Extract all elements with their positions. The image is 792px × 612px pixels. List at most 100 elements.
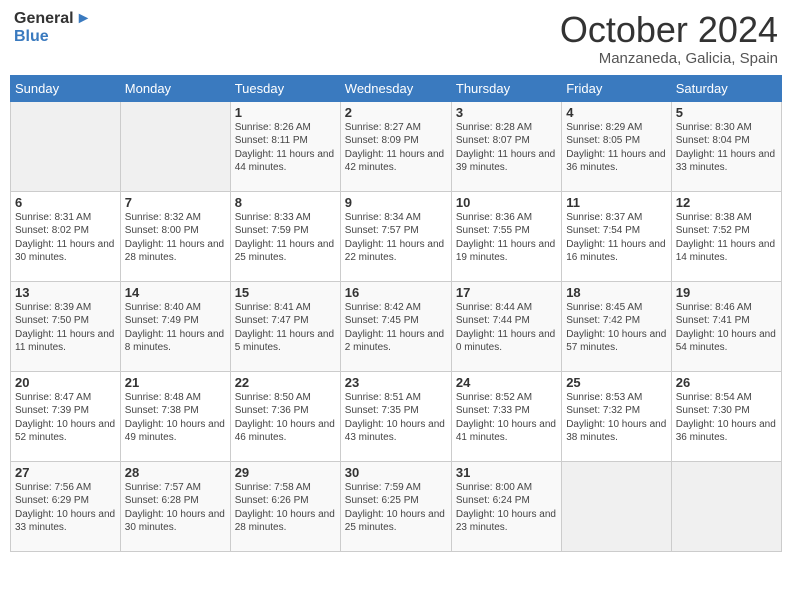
calendar-cell: 14Sunrise: 8:40 AMSunset: 7:49 PMDayligh…	[120, 281, 230, 371]
calendar-cell: 7Sunrise: 8:32 AMSunset: 8:00 PMDaylight…	[120, 191, 230, 281]
day-number: 19	[676, 285, 777, 300]
calendar-cell: 19Sunrise: 8:46 AMSunset: 7:41 PMDayligh…	[671, 281, 781, 371]
day-info: Sunrise: 8:46 AMSunset: 7:41 PMDaylight:…	[676, 301, 777, 355]
calendar-cell: 2Sunrise: 8:27 AMSunset: 8:09 PMDaylight…	[340, 101, 451, 191]
day-number: 7	[125, 195, 226, 210]
day-info: Sunrise: 8:52 AMSunset: 7:33 PMDaylight:…	[456, 391, 557, 445]
location-subtitle: Manzaneda, Galicia, Spain	[560, 50, 778, 67]
day-number: 26	[676, 375, 777, 390]
day-number: 3	[456, 105, 557, 120]
day-info: Sunrise: 8:31 AMSunset: 8:02 PMDaylight:…	[15, 211, 116, 265]
header-row: SundayMondayTuesdayWednesdayThursdayFrid…	[11, 75, 782, 101]
day-number: 15	[235, 285, 336, 300]
day-number: 31	[456, 465, 557, 480]
day-info: Sunrise: 7:59 AMSunset: 6:25 PMDaylight:…	[345, 481, 447, 535]
logo: General► Blue	[14, 10, 91, 47]
weekday-header-friday: Friday	[562, 75, 672, 101]
weekday-header-saturday: Saturday	[671, 75, 781, 101]
day-info: Sunrise: 8:45 AMSunset: 7:42 PMDaylight:…	[566, 301, 667, 355]
day-number: 6	[15, 195, 116, 210]
calendar-cell: 28Sunrise: 7:57 AMSunset: 6:28 PMDayligh…	[120, 461, 230, 551]
calendar-cell: 15Sunrise: 8:41 AMSunset: 7:47 PMDayligh…	[230, 281, 340, 371]
day-info: Sunrise: 8:41 AMSunset: 7:47 PMDaylight:…	[235, 301, 336, 355]
calendar-cell: 20Sunrise: 8:47 AMSunset: 7:39 PMDayligh…	[11, 371, 121, 461]
calendar-cell: 1Sunrise: 8:26 AMSunset: 8:11 PMDaylight…	[230, 101, 340, 191]
week-row-3: 13Sunrise: 8:39 AMSunset: 7:50 PMDayligh…	[11, 281, 782, 371]
calendar-cell: 6Sunrise: 8:31 AMSunset: 8:02 PMDaylight…	[11, 191, 121, 281]
week-row-5: 27Sunrise: 7:56 AMSunset: 6:29 PMDayligh…	[11, 461, 782, 551]
calendar-cell: 25Sunrise: 8:53 AMSunset: 7:32 PMDayligh…	[562, 371, 672, 461]
calendar-cell: 24Sunrise: 8:52 AMSunset: 7:33 PMDayligh…	[451, 371, 561, 461]
calendar-cell	[671, 461, 781, 551]
day-number: 4	[566, 105, 667, 120]
calendar-cell: 26Sunrise: 8:54 AMSunset: 7:30 PMDayligh…	[671, 371, 781, 461]
calendar-table: SundayMondayTuesdayWednesdayThursdayFrid…	[10, 75, 782, 552]
calendar-cell: 23Sunrise: 8:51 AMSunset: 7:35 PMDayligh…	[340, 371, 451, 461]
day-number: 29	[235, 465, 336, 480]
calendar-cell: 17Sunrise: 8:44 AMSunset: 7:44 PMDayligh…	[451, 281, 561, 371]
day-info: Sunrise: 8:32 AMSunset: 8:00 PMDaylight:…	[125, 211, 226, 265]
day-number: 8	[235, 195, 336, 210]
day-info: Sunrise: 8:53 AMSunset: 7:32 PMDaylight:…	[566, 391, 667, 445]
day-info: Sunrise: 8:50 AMSunset: 7:36 PMDaylight:…	[235, 391, 336, 445]
calendar-cell: 8Sunrise: 8:33 AMSunset: 7:59 PMDaylight…	[230, 191, 340, 281]
day-number: 16	[345, 285, 447, 300]
day-number: 12	[676, 195, 777, 210]
day-info: Sunrise: 8:26 AMSunset: 8:11 PMDaylight:…	[235, 121, 336, 175]
day-info: Sunrise: 8:37 AMSunset: 7:54 PMDaylight:…	[566, 211, 667, 265]
day-info: Sunrise: 8:54 AMSunset: 7:30 PMDaylight:…	[676, 391, 777, 445]
page-header: General► Blue October 2024 Manzaneda, Ga…	[10, 10, 782, 67]
weekday-header-tuesday: Tuesday	[230, 75, 340, 101]
week-row-2: 6Sunrise: 8:31 AMSunset: 8:02 PMDaylight…	[11, 191, 782, 281]
weekday-header-wednesday: Wednesday	[340, 75, 451, 101]
day-number: 9	[345, 195, 447, 210]
day-info: Sunrise: 8:33 AMSunset: 7:59 PMDaylight:…	[235, 211, 336, 265]
day-info: Sunrise: 7:58 AMSunset: 6:26 PMDaylight:…	[235, 481, 336, 535]
calendar-cell: 22Sunrise: 8:50 AMSunset: 7:36 PMDayligh…	[230, 371, 340, 461]
day-info: Sunrise: 8:27 AMSunset: 8:09 PMDaylight:…	[345, 121, 447, 175]
day-info: Sunrise: 8:36 AMSunset: 7:55 PMDaylight:…	[456, 211, 557, 265]
calendar-cell: 31Sunrise: 8:00 AMSunset: 6:24 PMDayligh…	[451, 461, 561, 551]
day-number: 10	[456, 195, 557, 210]
day-number: 11	[566, 195, 667, 210]
day-number: 5	[676, 105, 777, 120]
day-number: 17	[456, 285, 557, 300]
day-info: Sunrise: 8:39 AMSunset: 7:50 PMDaylight:…	[15, 301, 116, 355]
calendar-cell: 10Sunrise: 8:36 AMSunset: 7:55 PMDayligh…	[451, 191, 561, 281]
calendar-cell: 12Sunrise: 8:38 AMSunset: 7:52 PMDayligh…	[671, 191, 781, 281]
day-info: Sunrise: 8:29 AMSunset: 8:05 PMDaylight:…	[566, 121, 667, 175]
day-number: 13	[15, 285, 116, 300]
day-info: Sunrise: 8:38 AMSunset: 7:52 PMDaylight:…	[676, 211, 777, 265]
day-info: Sunrise: 8:30 AMSunset: 8:04 PMDaylight:…	[676, 121, 777, 175]
calendar-cell	[11, 101, 121, 191]
day-number: 25	[566, 375, 667, 390]
calendar-cell: 30Sunrise: 7:59 AMSunset: 6:25 PMDayligh…	[340, 461, 451, 551]
day-number: 24	[456, 375, 557, 390]
calendar-cell: 4Sunrise: 8:29 AMSunset: 8:05 PMDaylight…	[562, 101, 672, 191]
day-info: Sunrise: 7:56 AMSunset: 6:29 PMDaylight:…	[15, 481, 116, 535]
calendar-cell: 16Sunrise: 8:42 AMSunset: 7:45 PMDayligh…	[340, 281, 451, 371]
day-number: 2	[345, 105, 447, 120]
day-number: 18	[566, 285, 667, 300]
logo-general: General►	[14, 10, 91, 28]
weekday-header-monday: Monday	[120, 75, 230, 101]
day-number: 22	[235, 375, 336, 390]
calendar-cell: 13Sunrise: 8:39 AMSunset: 7:50 PMDayligh…	[11, 281, 121, 371]
day-number: 21	[125, 375, 226, 390]
day-info: Sunrise: 8:48 AMSunset: 7:38 PMDaylight:…	[125, 391, 226, 445]
day-info: Sunrise: 8:34 AMSunset: 7:57 PMDaylight:…	[345, 211, 447, 265]
calendar-cell	[120, 101, 230, 191]
calendar-cell: 9Sunrise: 8:34 AMSunset: 7:57 PMDaylight…	[340, 191, 451, 281]
week-row-1: 1Sunrise: 8:26 AMSunset: 8:11 PMDaylight…	[11, 101, 782, 191]
day-info: Sunrise: 8:28 AMSunset: 8:07 PMDaylight:…	[456, 121, 557, 175]
day-info: Sunrise: 8:00 AMSunset: 6:24 PMDaylight:…	[456, 481, 557, 535]
day-number: 1	[235, 105, 336, 120]
day-number: 28	[125, 465, 226, 480]
weekday-header-thursday: Thursday	[451, 75, 561, 101]
logo-blue: Blue	[14, 28, 91, 46]
day-info: Sunrise: 8:47 AMSunset: 7:39 PMDaylight:…	[15, 391, 116, 445]
calendar-cell: 27Sunrise: 7:56 AMSunset: 6:29 PMDayligh…	[11, 461, 121, 551]
day-info: Sunrise: 8:40 AMSunset: 7:49 PMDaylight:…	[125, 301, 226, 355]
day-number: 23	[345, 375, 447, 390]
day-number: 20	[15, 375, 116, 390]
